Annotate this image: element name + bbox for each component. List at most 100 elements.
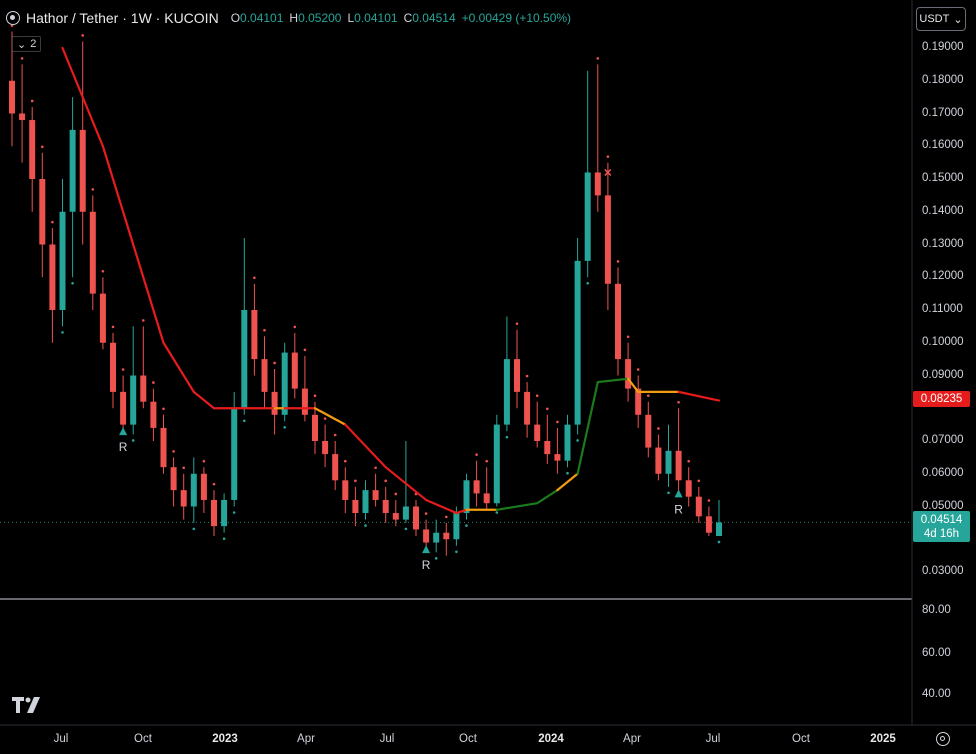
trend-dot bbox=[172, 450, 175, 453]
ohlc-key: H bbox=[289, 11, 299, 25]
candle-body bbox=[645, 414, 652, 448]
indicator-line-segment bbox=[495, 502, 539, 511]
ohlc-key: C bbox=[403, 11, 413, 25]
trend-dot bbox=[20, 57, 24, 60]
candle-body bbox=[402, 506, 409, 520]
candle-body bbox=[69, 129, 76, 212]
trend-dot bbox=[717, 540, 721, 544]
time-tick-label: Oct bbox=[134, 733, 152, 745]
candle-body bbox=[423, 529, 430, 543]
candle-body bbox=[170, 467, 177, 491]
candle-body bbox=[190, 473, 197, 507]
candle-body bbox=[301, 388, 308, 415]
candle-body bbox=[625, 359, 632, 389]
trend-dot bbox=[30, 99, 34, 103]
symbol-icon[interactable] bbox=[6, 11, 20, 25]
candle-body bbox=[362, 490, 369, 514]
candle-body bbox=[413, 506, 419, 530]
candle-body bbox=[604, 195, 611, 284]
trend-dot bbox=[232, 511, 236, 514]
price-tick-label: 0.05000 bbox=[922, 499, 964, 512]
ohlc-value: +0.00429 (+10.50%) bbox=[461, 11, 572, 25]
candle-body bbox=[130, 375, 137, 425]
time-tick-label: Apr bbox=[623, 733, 641, 745]
last-price: 0.04514 bbox=[920, 513, 963, 526]
indicator-value-tag: 0.08235 bbox=[913, 391, 970, 407]
trend-dot bbox=[182, 466, 185, 470]
symbol-title[interactable]: Hathor / Tether · 1W · KUCOIN bbox=[26, 10, 219, 26]
candle-body bbox=[99, 293, 106, 343]
trend-dot bbox=[576, 439, 579, 442]
signal-up-icon bbox=[674, 489, 683, 498]
time-tick-label: Oct bbox=[792, 733, 810, 745]
trend-dot bbox=[81, 34, 84, 37]
price-tick-label: 0.14000 bbox=[922, 204, 964, 217]
trend-dot bbox=[636, 368, 640, 371]
candle-body bbox=[261, 359, 268, 392]
trend-dot bbox=[222, 537, 226, 540]
chart-canvas[interactable]: R R R bbox=[0, 0, 976, 754]
signal-label: R bbox=[674, 502, 683, 516]
time-tick-label: 2025 bbox=[870, 733, 896, 745]
chevron-down-icon: ⌄ bbox=[17, 38, 27, 51]
bar-countdown: 4d 16h bbox=[923, 527, 960, 540]
trend-dot bbox=[465, 524, 468, 527]
price-tick-label: 0.11000 bbox=[922, 303, 963, 315]
candle-body bbox=[655, 447, 662, 474]
candle-body bbox=[221, 499, 228, 527]
ohlc-value: 0.05200 bbox=[298, 11, 342, 25]
candle-body bbox=[281, 352, 288, 415]
tradingview-logo-icon[interactable] bbox=[12, 697, 46, 713]
currency-button[interactable]: USDT ⌄ bbox=[916, 7, 966, 31]
time-tick-label: Apr bbox=[297, 733, 315, 745]
price-tick-label: 0.10000 bbox=[922, 335, 964, 348]
candle-body bbox=[534, 424, 541, 441]
candle-body bbox=[9, 80, 15, 114]
signal-label: R bbox=[422, 558, 431, 572]
indicator-line-segment bbox=[425, 498, 458, 515]
trend-dot bbox=[121, 368, 125, 371]
trend-dot bbox=[283, 426, 287, 429]
time-tick-label: 2024 bbox=[538, 733, 564, 745]
candle-body bbox=[594, 172, 601, 196]
trend-dot bbox=[687, 459, 690, 463]
candle-body bbox=[19, 113, 26, 121]
trend-dot bbox=[647, 394, 650, 398]
trend-dot bbox=[212, 482, 216, 486]
signal-up-icon bbox=[119, 427, 128, 436]
price-tick-label: 0.06000 bbox=[922, 466, 964, 479]
trend-dot bbox=[616, 260, 620, 263]
time-tick-label: Jul bbox=[53, 733, 69, 745]
candle-body bbox=[716, 522, 722, 536]
trend-dot bbox=[495, 511, 499, 514]
trend-dot bbox=[697, 479, 701, 483]
ohlc-item: +0.00429 (+10.50%) bbox=[462, 11, 571, 25]
trend-dot bbox=[111, 325, 115, 329]
candle-body bbox=[564, 424, 571, 461]
candle-body bbox=[372, 490, 379, 500]
candle-body bbox=[211, 499, 217, 527]
oscillator-tick-label: 60.00 bbox=[922, 647, 951, 659]
candle-body bbox=[503, 359, 510, 425]
indicator-line-segment bbox=[576, 380, 599, 475]
trend-dot bbox=[455, 550, 458, 554]
gear-icon[interactable] bbox=[936, 732, 950, 746]
trend-dot bbox=[323, 417, 327, 420]
time-tick-label: Oct bbox=[459, 733, 477, 745]
candle-body bbox=[180, 490, 187, 507]
candle-body bbox=[342, 480, 349, 500]
oscillator-tick-label: 80.00 bbox=[922, 604, 951, 616]
candle-body bbox=[554, 454, 561, 461]
candle-body bbox=[695, 496, 702, 517]
trend-dot bbox=[707, 499, 711, 502]
candle-body bbox=[705, 516, 712, 533]
trend-dot bbox=[202, 459, 206, 463]
ohlc-value: 0.04101 bbox=[240, 11, 284, 25]
candle-body bbox=[120, 391, 127, 425]
trend-dot bbox=[253, 276, 256, 280]
price-tick-label: 0.16000 bbox=[922, 139, 964, 152]
candle-body bbox=[685, 480, 692, 497]
indicators-toggle[interactable]: ⌄ 2 bbox=[12, 36, 42, 52]
trend-dot bbox=[142, 319, 145, 322]
candle-body bbox=[615, 283, 621, 360]
